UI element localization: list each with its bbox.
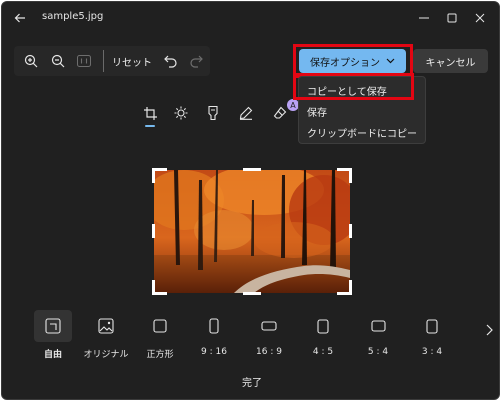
back-button[interactable] <box>10 8 30 28</box>
ratio-original[interactable] <box>87 310 125 342</box>
crop-handle-bottom-left[interactable] <box>152 280 167 295</box>
image-icon <box>98 318 114 334</box>
window-title: sample5.jpg <box>42 11 104 22</box>
ratio-scroll-next-button[interactable] <box>482 322 496 338</box>
portrait-4-5-icon <box>317 318 329 334</box>
photo-image <box>154 170 350 293</box>
undo-button[interactable] <box>161 52 179 70</box>
close-icon <box>475 13 485 23</box>
ratio-4-5[interactable] <box>304 310 342 342</box>
crop-tool[interactable] <box>142 105 158 121</box>
ratio-9-16[interactable] <box>195 310 233 342</box>
done-button[interactable]: 完了 <box>242 374 262 389</box>
landscape-5-4-icon <box>370 320 386 332</box>
ratio-label-square: 正方形 <box>146 350 174 360</box>
chevron-down-icon <box>386 58 395 64</box>
ratio-label-3-4: 3 : 4 <box>421 347 443 357</box>
crop-handle-bottom[interactable] <box>243 292 261 295</box>
menu-item-copy-to-clipboard[interactable]: クリップボードにコピー <box>307 125 417 140</box>
actual-size-icon <box>77 55 91 67</box>
ratio-label-4-5: 4 : 5 <box>312 347 334 357</box>
crop-handle-top[interactable] <box>243 168 261 171</box>
chevron-right-icon <box>486 324 493 336</box>
ratio-3-4[interactable] <box>413 310 451 342</box>
reset-button[interactable]: リセット <box>112 54 152 69</box>
square-icon <box>153 319 167 333</box>
portrait-9-16-icon <box>209 318 219 334</box>
redo-button[interactable] <box>187 52 205 70</box>
photos-editor-window: sample5.jpg リセット 保存オプション キャンセル A コピーとして保… <box>1 1 500 400</box>
redo-icon <box>189 55 203 68</box>
crop-handle-right[interactable] <box>349 224 352 238</box>
free-crop-icon <box>45 318 61 334</box>
ratio-5-4[interactable] <box>359 310 397 342</box>
crop-handle-top-left[interactable] <box>152 168 167 183</box>
actual-size-button[interactable] <box>75 52 93 70</box>
image-canvas[interactable] <box>152 168 352 295</box>
save-options-label: 保存オプション <box>310 57 380 69</box>
zoom-out-icon <box>51 54 65 68</box>
filter-icon <box>208 106 218 120</box>
cancel-button[interactable]: キャンセル <box>413 49 488 73</box>
ratio-free[interactable] <box>34 310 72 342</box>
menu-item-save[interactable]: 保存 <box>307 104 327 119</box>
erase-tool[interactable] <box>272 105 288 121</box>
crop-icon <box>143 106 157 120</box>
ratio-label-original: オリジナル <box>83 350 129 360</box>
undo-icon <box>163 55 177 68</box>
toolbar-divider <box>103 50 104 72</box>
ratio-16-9[interactable] <box>250 310 288 342</box>
brightness-icon <box>174 106 188 120</box>
close-button[interactable] <box>470 8 490 28</box>
save-options-button[interactable]: 保存オプション <box>299 49 406 73</box>
portrait-3-4-icon <box>426 318 438 334</box>
crop-handle-top-right[interactable] <box>337 168 352 183</box>
active-tool-indicator <box>145 125 155 127</box>
zoom-toolbar: リセット <box>14 46 210 76</box>
filter-tool[interactable] <box>205 105 221 121</box>
ratio-label-16-9: 16 : 9 <box>256 347 282 357</box>
ratio-label-9-16: 9 : 16 <box>201 347 227 357</box>
minimize-icon <box>419 17 429 19</box>
zoom-out-button[interactable] <box>49 52 67 70</box>
autumn-forest-photo <box>154 170 350 293</box>
ratio-label-free: 自由 <box>43 350 63 360</box>
back-arrow-icon <box>14 13 25 23</box>
landscape-16-9-icon <box>261 321 277 331</box>
crop-handle-bottom-right[interactable] <box>337 280 352 295</box>
markup-tool[interactable] <box>238 105 254 121</box>
zoom-in-button[interactable] <box>22 52 40 70</box>
title-bar: sample5.jpg <box>2 2 499 34</box>
zoom-in-icon <box>24 54 38 68</box>
maximize-button[interactable] <box>442 8 462 28</box>
adjust-tool[interactable] <box>173 105 189 121</box>
pen-icon <box>239 106 253 120</box>
ratio-square[interactable] <box>141 310 179 342</box>
save-as-copy-highlight <box>293 73 414 100</box>
minimize-button[interactable] <box>414 8 434 28</box>
eraser-icon <box>273 106 287 119</box>
ratio-label-5-4: 5 : 4 <box>367 347 389 357</box>
crop-handle-left[interactable] <box>152 224 155 238</box>
maximize-icon <box>447 13 457 23</box>
